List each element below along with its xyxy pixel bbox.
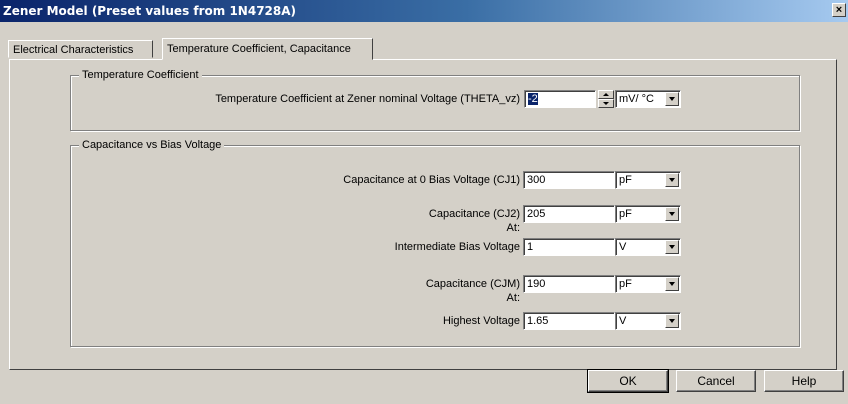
spin-down-icon[interactable] [598, 99, 614, 108]
chevron-down-icon[interactable] [665, 92, 679, 106]
chevron-down-icon[interactable] [665, 240, 679, 254]
help-button[interactable]: Help [764, 370, 844, 392]
theta-vz-unit-select[interactable]: mV/ °C [615, 90, 681, 108]
tab-electrical-characteristics[interactable]: Electrical Characteristics [8, 40, 153, 58]
tab-label: Electrical Characteristics [13, 44, 134, 56]
chevron-down-icon[interactable] [665, 173, 679, 187]
theta-vz-unit: mV/ °C [619, 93, 654, 105]
tab-label: Temperature Coefficient, Capacitance [167, 43, 351, 55]
close-icon[interactable]: × [832, 3, 846, 17]
theta-vz-spinner[interactable] [598, 90, 614, 108]
chevron-down-icon[interactable] [665, 314, 679, 328]
theta-vz-value: -2 [528, 93, 538, 105]
intermediate-voltage-unit-select[interactable]: V [615, 238, 681, 256]
cancel-button[interactable]: Cancel [676, 370, 756, 392]
title-bar: Zener Model (Preset values from 1N4728A)… [0, 0, 848, 22]
at-label: At: [506, 292, 520, 304]
group-title: Capacitance vs Bias Voltage [79, 139, 225, 151]
cj1-unit-select[interactable]: pF [615, 171, 681, 189]
cj1-label: Capacitance at 0 Bias Voltage (CJ1) [343, 174, 520, 186]
chevron-down-icon[interactable] [665, 207, 679, 221]
cjm-input[interactable]: 190 [523, 275, 615, 293]
cj2-input[interactable]: 205 [523, 205, 615, 223]
at-label: At: [506, 222, 520, 234]
chevron-down-icon[interactable] [665, 277, 679, 291]
highest-voltage-unit-select[interactable]: V [615, 312, 681, 330]
cj1-unit: pF [619, 174, 632, 186]
highest-voltage-unit: V [619, 315, 627, 327]
highest-voltage-label: Highest Voltage [442, 315, 520, 327]
cjm-unit: pF [619, 278, 632, 290]
spin-up-icon[interactable] [598, 90, 614, 99]
cj2-unit-select[interactable]: pF [615, 205, 681, 223]
ok-button[interactable]: OK [587, 369, 669, 393]
highest-voltage-input[interactable]: 1.65 [523, 312, 615, 330]
cj2-label: Capacitance (CJ2) [428, 208, 520, 220]
group-title: Temperature Coefficient [79, 69, 202, 81]
intermediate-voltage-unit: V [619, 241, 627, 253]
intermediate-voltage-label: Intermediate Bias Voltage [394, 241, 520, 253]
intermediate-voltage-input[interactable]: 1 [523, 238, 615, 256]
cjm-label: Capacitance (CJM) [425, 278, 520, 290]
cj2-unit: pF [619, 208, 632, 220]
window-title: Zener Model (Preset values from 1N4728A) [3, 4, 297, 18]
cj1-input[interactable]: 300 [523, 171, 615, 189]
cjm-unit-select[interactable]: pF [615, 275, 681, 293]
tab-temperature-capacitance[interactable]: Temperature Coefficient, Capacitance [162, 38, 373, 60]
theta-vz-input[interactable]: -2 [524, 90, 596, 108]
theta-vz-label: Temperature Coefficient at Zener nominal… [215, 93, 520, 105]
